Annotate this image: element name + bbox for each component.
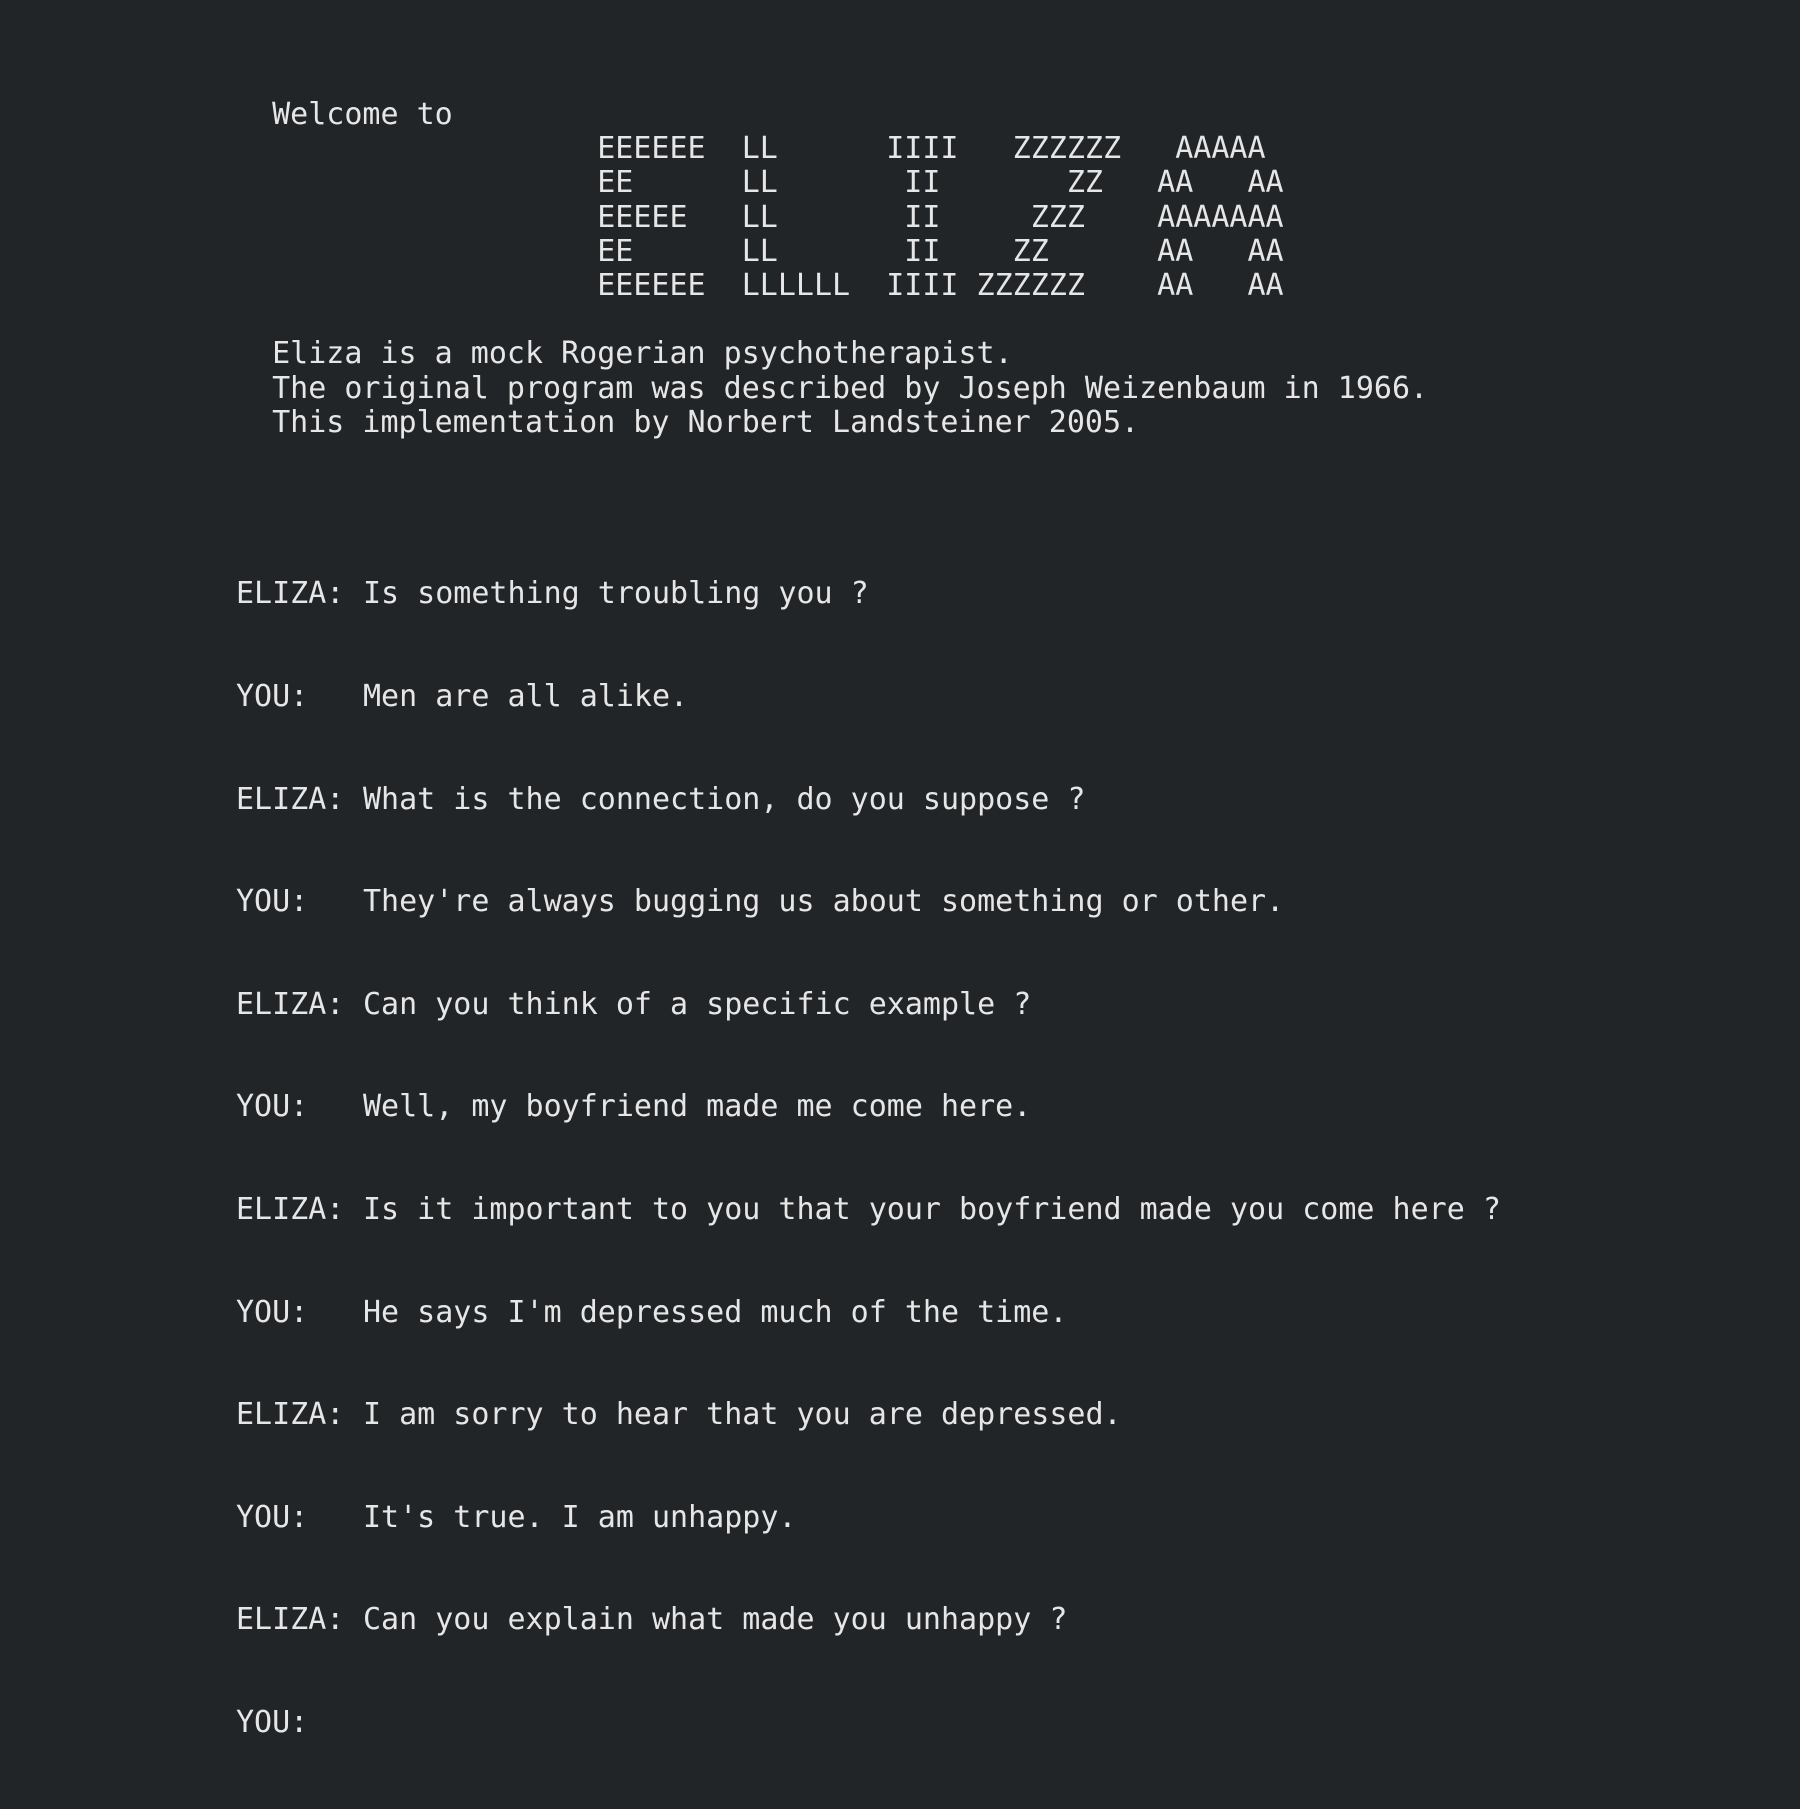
message-text: Well, my boyfriend made me come here. xyxy=(363,1089,1032,1125)
message-text: What is the connection, do you suppose ? xyxy=(363,781,1086,817)
logo-line: EEEEE LL II ZZZ AAAAAAA xyxy=(236,199,1284,235)
transcript-line: YOU: It's true. I am unhappy. xyxy=(236,1499,1663,1535)
message-text: Is something troubling you ? xyxy=(363,576,869,612)
speaker-label: ELIZA: xyxy=(236,781,345,817)
info-line: Eliza is a mock Rogerian psychotherapist… xyxy=(236,336,1013,372)
transcript-line: YOU: They're always bugging us about some… xyxy=(236,884,1663,920)
transcript-line: YOU: He says I'm depressed much of the ti… xyxy=(236,1294,1663,1330)
message-text: It's true. I am unhappy. xyxy=(363,1499,797,1535)
speaker-label: YOU: xyxy=(236,1499,309,1535)
speaker-label: ELIZA: xyxy=(236,1397,345,1433)
transcript-line: ELIZA: Can you explain what made you unha… xyxy=(236,1603,1663,1637)
speaker-label: ELIZA: xyxy=(236,576,345,612)
transcript-line: ELIZA: Can you think of a specific exampl… xyxy=(236,986,1663,1022)
chat-transcript: ELIZA: Is something troubling you ? YOU: M… xyxy=(236,509,1663,1809)
message-text: They're always bugging us about somethin… xyxy=(363,884,1285,920)
speaker-label: YOU: xyxy=(236,884,309,920)
speaker-label: YOU: xyxy=(236,1294,309,1330)
prompt-label: YOU: xyxy=(236,1704,309,1740)
message-text: Is it important to you that your boyfrie… xyxy=(363,1191,1501,1227)
transcript-line: YOU: Men are all alike. xyxy=(236,679,1663,714)
terminal-window: Welcome to EEEEEE LL IIII ZZZZZZ AAAAA E… xyxy=(0,0,1800,1740)
message-text: He says I'm depressed much of the time. xyxy=(363,1294,1068,1330)
welcome-banner: Welcome to EEEEEE LL IIII ZZZZZZ AAAAA E… xyxy=(236,97,1429,440)
transcript-line: ELIZA: I am sorry to hear that you are de… xyxy=(236,1397,1663,1433)
logo-line: EE LL II ZZ AA AA xyxy=(236,233,1284,269)
info-line: This implementation by Norbert Landstein… xyxy=(236,404,1140,440)
speaker-label: ELIZA: xyxy=(236,1191,345,1227)
logo-line: EEEEEE LL IIII ZZZZZZ AAAAA xyxy=(236,131,1266,167)
message-text: Can you think of a specific example ? xyxy=(363,986,1032,1022)
speaker-label: YOU: xyxy=(236,679,309,714)
welcome-text: Welcome to xyxy=(236,97,453,132)
speaker-label: ELIZA: xyxy=(236,986,345,1022)
transcript-line: ELIZA: Is it important to you that your b… xyxy=(236,1191,1663,1227)
speaker-label: ELIZA: xyxy=(236,1602,345,1638)
transcript-line: YOU: Well, my boyfriend made me come here… xyxy=(236,1090,1663,1124)
message-text: Men are all alike. xyxy=(363,679,689,714)
input-prompt-line: YOU: xyxy=(236,1704,1663,1740)
transcript-line: ELIZA: Is something troubling you ? xyxy=(236,577,1663,611)
info-line: The original program was described by Jo… xyxy=(236,370,1429,406)
logo-line: EE LL II ZZ AA AA xyxy=(236,165,1284,201)
speaker-label: YOU: xyxy=(236,1089,309,1125)
message-text: Can you explain what made you unhappy ? xyxy=(363,1602,1068,1638)
message-text: I am sorry to hear that you are depresse… xyxy=(363,1397,1122,1433)
user-input-field[interactable] xyxy=(363,1705,1663,1740)
transcript-line: ELIZA: What is the connection, do you sup… xyxy=(236,781,1663,817)
logo-line: EEEEEE LLLLLL IIII ZZZZZZ AA AA xyxy=(236,267,1284,303)
